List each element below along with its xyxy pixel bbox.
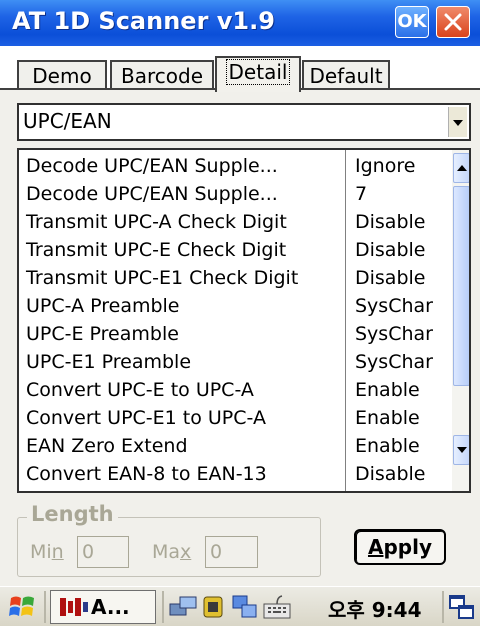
windows-icon[interactable]: [448, 593, 476, 621]
setting-value: SysChar: [355, 323, 433, 345]
setting-value: Disable: [355, 463, 426, 485]
tab-demo-label: Demo: [32, 64, 92, 88]
scroll-thumb[interactable]: [453, 186, 469, 386]
setting-value: Disable: [355, 267, 426, 289]
taskbar: A... 오후 9:44: [0, 586, 480, 626]
scroll-down-icon[interactable]: [453, 435, 469, 465]
max-label: Max: [152, 541, 192, 563]
sync-icon[interactable]: [230, 593, 260, 621]
list-item[interactable]: Decode UPC/EAN Supple... 7: [19, 182, 449, 209]
tab-demo[interactable]: Demo: [17, 60, 107, 90]
list-item[interactable]: Transmit UPC-E Check Digit Disable: [19, 238, 449, 265]
symbology-value: UPC/EAN: [23, 109, 112, 133]
taskbar-app-label: A...: [91, 595, 130, 619]
taskbar-separator: [442, 591, 444, 623]
close-button[interactable]: [436, 6, 470, 38]
setting-value: Enable: [355, 435, 420, 457]
list-item[interactable]: Convert UPC-E to UPC-A Enable: [19, 378, 449, 405]
setting-name: Transmit UPC-E Check Digit: [26, 239, 287, 261]
taskbar-separator: [44, 591, 46, 623]
list-item[interactable]: EAN Zero Extend Enable: [19, 434, 449, 461]
setting-name: Transmit UPC-A Check Digit: [26, 211, 287, 233]
setting-name: UPC-E1 Preamble: [26, 351, 192, 373]
setting-value: Ignore: [355, 155, 416, 177]
setting-name: Decode UPC/EAN Supple...: [26, 183, 278, 205]
tab-default-label: Default: [309, 64, 383, 88]
chevron-down-icon[interactable]: [448, 107, 467, 137]
title-bar: AT 1D Scanner v1.9 OK: [0, 0, 480, 46]
keyboard-icon[interactable]: [262, 592, 292, 622]
settings-list[interactable]: Decode UPC/EAN Supple... Ignore Decode U…: [17, 148, 471, 493]
max-field[interactable]: 0: [205, 536, 258, 568]
tab-detail[interactable]: Detail: [215, 56, 301, 92]
setting-name: Decode UPC/EAN Supple...: [26, 155, 278, 177]
close-icon: [444, 13, 462, 31]
setting-name: Convert UPC-E to UPC-A: [26, 379, 254, 401]
setting-value: Disable: [355, 239, 426, 261]
list-item[interactable]: Decode UPC/EAN Supple... Ignore: [19, 154, 449, 181]
battery-icon[interactable]: [200, 593, 226, 621]
clock[interactable]: 오후 9:44: [328, 594, 422, 623]
setting-name: Convert UPC-E1 to UPC-A: [26, 407, 266, 429]
length-group-label: Length: [27, 502, 118, 526]
symbology-select[interactable]: UPC/EAN: [17, 103, 471, 141]
vertical-scrollbar[interactable]: [452, 150, 469, 491]
list-item[interactable]: Convert EAN-8 to EAN-13 Disable: [19, 462, 449, 489]
app-icon: [60, 598, 88, 616]
list-item[interactable]: Transmit UPC-A Check Digit Disable: [19, 210, 449, 237]
setting-name: EAN Zero Extend: [26, 435, 188, 457]
tab-detail-label: Detail: [225, 59, 291, 85]
setting-value: Disable: [355, 211, 426, 233]
window-title: AT 1D Scanner v1.9: [12, 7, 275, 35]
network-icon[interactable]: [168, 594, 198, 620]
list-item[interactable]: Transmit UPC-E1 Check Digit Disable: [19, 266, 449, 293]
min-label: Min: [30, 541, 64, 563]
tab-default[interactable]: Default: [302, 60, 390, 90]
setting-value: 7: [355, 183, 368, 205]
start-flag-icon[interactable]: [8, 593, 38, 621]
taskbar-separator: [162, 591, 164, 623]
ok-button[interactable]: OK: [395, 6, 429, 38]
tab-strip: Demo Barcode Detail Default: [0, 46, 480, 92]
setting-name: Transmit UPC-E1 Check Digit: [26, 267, 299, 289]
list-item[interactable]: UPC-A Preamble SysChar: [19, 294, 449, 321]
list-item[interactable]: UPC-E1 Preamble SysChar: [19, 350, 449, 377]
tab-barcode-label: Barcode: [121, 64, 203, 88]
list-item[interactable]: Convert UPC-E1 to UPC-A Enable: [19, 406, 449, 433]
scroll-up-icon[interactable]: [453, 153, 469, 183]
tab-barcode[interactable]: Barcode: [110, 60, 214, 90]
setting-value: SysChar: [355, 351, 433, 373]
apply-button[interactable]: Apply: [354, 529, 446, 565]
min-field[interactable]: 0: [77, 536, 129, 568]
setting-name: UPC-A Preamble: [26, 295, 180, 317]
setting-value: SysChar: [355, 295, 433, 317]
setting-name: UPC-E Preamble: [26, 323, 179, 345]
setting-value: Enable: [355, 379, 420, 401]
setting-value: Enable: [355, 407, 420, 429]
setting-name: Convert EAN-8 to EAN-13: [26, 463, 267, 485]
list-item[interactable]: UPC-E Preamble SysChar: [19, 322, 449, 349]
